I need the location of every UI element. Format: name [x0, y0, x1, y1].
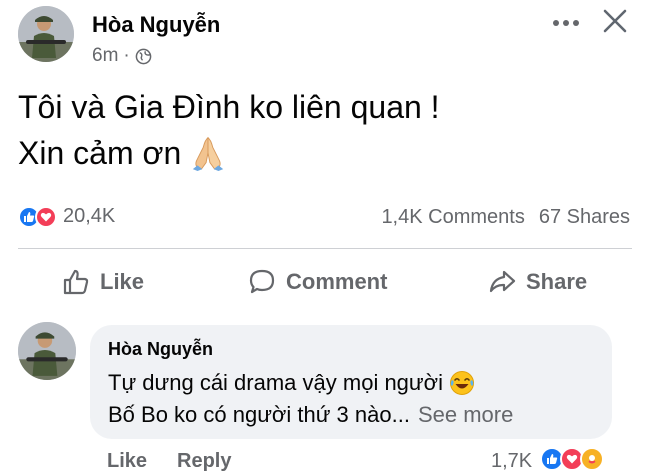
comment-like-button[interactable]: Like	[107, 450, 147, 473]
post-author-avatar[interactable]	[18, 6, 74, 62]
comment-line-1-row: Tự dưng cái drama vậy mọi người	[108, 367, 513, 399]
post-text-line-2-row: Xin cảm ơn	[18, 130, 440, 176]
comment-line-2-row: Bố Bo ko có người thứ 3 nào... See more	[108, 399, 513, 431]
comment-author-name[interactable]: Hòa Nguyễn	[108, 339, 213, 360]
avatar-image	[18, 322, 76, 380]
close-icon[interactable]	[600, 6, 630, 36]
meta-separator: ·	[123, 45, 130, 66]
comments-count[interactable]: 1,4K Comments	[381, 206, 524, 229]
folded-hands-emoji-icon	[193, 136, 224, 172]
face-with-tears-of-joy-emoji-icon	[449, 371, 474, 395]
comment-author-avatar[interactable]	[18, 322, 76, 380]
globe-icon	[135, 48, 152, 64]
comment-button[interactable]: Comment	[248, 268, 387, 296]
divider	[18, 248, 632, 249]
post-stats: 1,4K Comments 67 Shares	[381, 206, 630, 229]
comment-label: Comment	[286, 269, 388, 294]
shares-count[interactable]: 67 Shares	[539, 206, 630, 229]
post-text-line-1: Tôi và Gia Đình ko liên quan !	[18, 89, 440, 125]
share-button[interactable]: Share	[488, 268, 587, 296]
share-label: Share	[526, 269, 588, 294]
post-reaction-summary[interactable]: 20,4K	[18, 205, 115, 228]
care-reaction-icon	[580, 447, 604, 471]
thumbs-up-icon	[63, 269, 89, 295]
see-more-link[interactable]: See more	[418, 399, 513, 431]
post-text-line-2: Xin cảm ơn	[18, 135, 182, 171]
comment-text-line-1: Tự dưng cái drama vậy mọi người	[108, 370, 443, 395]
more-dot	[573, 20, 579, 26]
comment-reaction-count[interactable]: 1,7K	[491, 450, 532, 473]
post-time[interactable]: 6m	[92, 45, 118, 67]
reaction-count: 20,4K	[63, 205, 116, 227]
love-reaction-icon	[35, 205, 57, 228]
comment-bubble: Hòa Nguyễn Tự dưng cái drama vậy mọi ngư…	[90, 325, 612, 439]
more-horizontal-icon	[553, 20, 559, 26]
comment-reaction-icons[interactable]	[540, 447, 604, 471]
comment-reply-button[interactable]: Reply	[177, 450, 231, 473]
avatar-image	[18, 6, 74, 62]
more-options-button[interactable]	[553, 16, 581, 30]
like-label: Like	[100, 269, 145, 294]
like-button[interactable]: Like	[62, 268, 144, 296]
comment-bubble-icon	[249, 269, 275, 294]
post-meta: 6m ·	[92, 45, 152, 67]
post-body: Tôi và Gia Đình ko liên quan ! Xin cảm ơ…	[18, 84, 440, 176]
comment-text-line-2: Bố Bo ko có người thứ 3 nào...	[108, 402, 410, 427]
comment-body: Tự dưng cái drama vậy mọi người Bố Bo ko…	[108, 367, 513, 431]
more-dot	[563, 20, 569, 26]
share-arrow-icon	[489, 270, 516, 293]
post-author-name[interactable]: Hòa Nguyễn	[92, 12, 220, 38]
